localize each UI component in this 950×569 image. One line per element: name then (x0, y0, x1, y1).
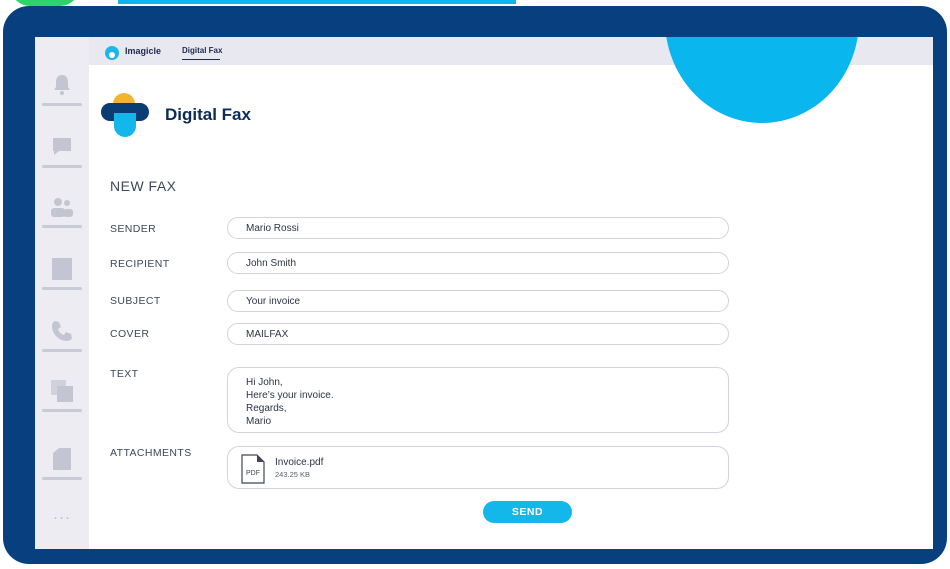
document-icon (53, 448, 71, 470)
imagicle-logo-icon (105, 46, 119, 60)
chat-icon (53, 138, 71, 155)
phone-icon (52, 321, 72, 341)
active-tab-underline (182, 59, 220, 60)
text-label: TEXT (110, 368, 139, 380)
sidebar-item-directory[interactable] (42, 257, 82, 293)
sidebar-divider (42, 477, 82, 480)
sidebar-divider (42, 349, 82, 352)
attachment-filesize: 243.25 KB (275, 470, 311, 479)
subject-field[interactable]: Your invoice (227, 290, 729, 312)
message-line: Mario (246, 416, 272, 427)
top-decoration-bar (118, 0, 516, 4)
sidebar-item-contacts[interactable] (42, 195, 82, 231)
subject-label: SUBJECT (110, 295, 161, 307)
section-title: NEW FAX (110, 178, 177, 194)
sidebar-item-notifications[interactable] (42, 73, 82, 109)
message-line: Here’s your invoice. (246, 390, 334, 401)
app-title: Digital Fax (165, 105, 251, 124)
recipient-label: RECIPIENT (110, 258, 170, 270)
device-frame: ··· Imagicle Digital Fax Digital Fax NEW… (3, 6, 947, 564)
sidebar-item-calls[interactable] (42, 319, 82, 355)
sidebar-divider (42, 287, 82, 290)
sidebar-item-pages[interactable] (42, 379, 82, 415)
sidebar-item-documents[interactable] (42, 447, 82, 483)
book-icon (52, 258, 72, 280)
app-screen: ··· Imagicle Digital Fax Digital Fax NEW… (35, 37, 933, 549)
cover-field[interactable]: MAILFAX (227, 323, 729, 345)
pages-icon (51, 380, 73, 402)
bell-icon (54, 75, 70, 95)
sidebar-divider (42, 165, 82, 168)
pdf-file-icon: PDF (241, 454, 265, 484)
message-line: Hi John, (246, 377, 283, 388)
brand-name[interactable]: Imagicle (125, 46, 161, 56)
recipient-field[interactable]: John Smith (227, 252, 729, 274)
sender-label: SENDER (110, 223, 157, 235)
message-line: Regards, (246, 403, 287, 414)
message-textarea[interactable]: Hi John, Here’s your invoice. Regards, M… (227, 367, 729, 433)
attachments-label: ATTACHMENTS (110, 447, 192, 459)
sidebar-divider (42, 103, 82, 106)
attachment-filename: Invoice.pdf (275, 457, 324, 468)
sidebar-item-messages[interactable] (42, 135, 82, 171)
pdf-icon-label: PDF (246, 470, 260, 477)
send-button[interactable]: SEND (483, 501, 572, 523)
sender-field[interactable]: Mario Rossi (227, 217, 729, 239)
sidebar-divider (42, 409, 82, 412)
attachment-box[interactable]: PDF Invoice.pdf 243.25 KB (227, 446, 729, 489)
digital-fax-logo-icon (101, 93, 149, 141)
contacts-icon (51, 198, 73, 217)
cover-label: COVER (110, 328, 150, 340)
tab-digital-fax[interactable]: Digital Fax (182, 46, 222, 55)
decorative-circle (665, 37, 859, 123)
sidebar: ··· (35, 37, 89, 549)
sidebar-divider (42, 225, 82, 228)
more-icon[interactable]: ··· (35, 509, 89, 526)
